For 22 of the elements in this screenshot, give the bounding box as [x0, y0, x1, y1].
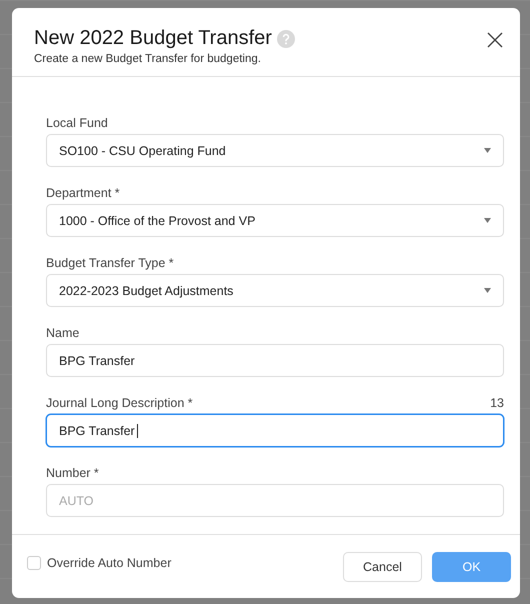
field-label: Number * [46, 466, 99, 480]
field-label: Name [46, 326, 80, 340]
checkbox[interactable] [27, 556, 41, 570]
caret-icon [484, 288, 491, 294]
field-label: Budget Transfer Type * [46, 256, 174, 270]
help-icon[interactable] [276, 30, 295, 48]
cancel-button[interactable]: Cancel [343, 552, 422, 582]
dropdown[interactable]: 1000 - Office of the Provost and VP [46, 204, 504, 238]
character-count: 13 [490, 396, 504, 410]
close-icon[interactable] [487, 32, 503, 48]
field-label: Journal Long Description * [46, 396, 193, 410]
input-field[interactable]: BPG Transfer [46, 414, 504, 448]
field-label: Local Fund [46, 116, 108, 130]
caret-icon [484, 148, 491, 154]
dialog-subtitle: Create a new Budget Transfer for budgeting. [34, 53, 262, 65]
input-field[interactable]: BPG Transfer [46, 344, 504, 378]
dialog-title: New 2022 Budget Transfer [34, 27, 272, 50]
caret-icon [484, 218, 491, 224]
checkbox-label: Override Auto Number [47, 556, 172, 570]
dropdown[interactable]: SO100 - CSU Operating Fund [46, 134, 504, 168]
field-label: Department * [46, 186, 120, 200]
dropdown[interactable]: 2022-2023 Budget Adjustments [46, 274, 504, 308]
